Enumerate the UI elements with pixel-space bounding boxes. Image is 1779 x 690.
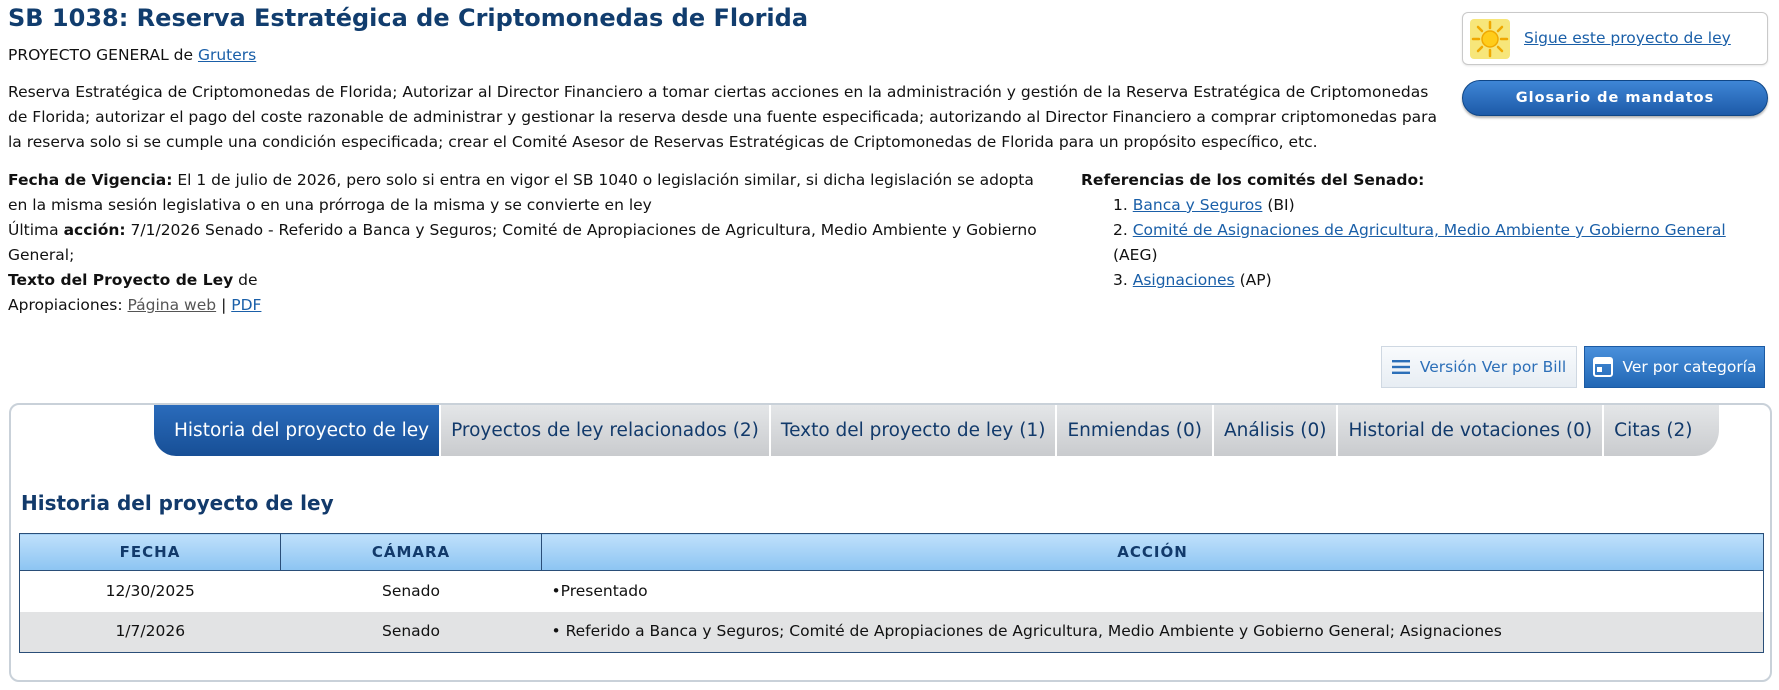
glossary-button[interactable]: Glosario de mandatos legislativos — [1462, 80, 1768, 140]
tab-citations[interactable]: Citas (2) — [1604, 405, 1721, 456]
sponsor-prefix: PROYECTO GENERAL de — [8, 46, 194, 64]
calendar-icon — [1592, 357, 1613, 377]
version-view-bill-label: Versión Ver por Bill — [1419, 357, 1567, 376]
effective-info: Fecha de Vigencia: El 1 de julio de 2026… — [8, 168, 1058, 318]
bill-sponsor: PROYECTO GENERAL de Gruters — [8, 43, 256, 68]
tab-bill-text[interactable]: Texto del proyecto de ley (1) — [770, 405, 1058, 456]
version-view-bill-button[interactable]: Versión Ver por Bill — [1381, 346, 1577, 388]
tab-bar: Historia del proyecto de ley Proyectos d… — [154, 405, 1721, 456]
committee-code: (AEG) — [1113, 246, 1158, 264]
sponsor-link[interactable]: Gruters — [198, 46, 256, 64]
pdf-link[interactable]: PDF — [231, 296, 261, 314]
last-action-prefix: Última — [8, 221, 64, 239]
tab-bill-history[interactable]: Historia del proyecto de ley — [154, 405, 442, 456]
tab-related-bills[interactable]: Proyectos de ley relacionados (2) — [441, 405, 771, 456]
committee-link[interactable]: Banca y Seguros — [1133, 196, 1263, 214]
column-header-chamber: CÁMARA — [280, 533, 542, 571]
bill-tabs-panel: Historia del proyecto de ley Proyectos d… — [9, 403, 1772, 682]
tab-vote-history[interactable]: Historial de votaciones (0) — [1338, 405, 1605, 456]
committee-code: (AP) — [1239, 271, 1272, 289]
row-action: •Presentado — [551, 581, 648, 600]
history-section-title: Historia del proyecto de ley — [21, 491, 334, 515]
committee-number: 2. — [1113, 221, 1128, 239]
row-action: • Referido a Banca y Seguros; Comité de … — [541, 611, 1764, 653]
committee-number: 1. — [1113, 196, 1128, 214]
table-row: 1/7/2026 Senado • Referido a Banca y Seg… — [19, 611, 1764, 653]
committee-item: 1. Banca y Seguros (BI) — [1081, 193, 1771, 218]
committee-number: 3. — [1113, 271, 1128, 289]
link-separator: | — [221, 296, 227, 314]
row-date: 1/7/2026 — [19, 611, 281, 653]
view-by-category-button[interactable]: Ver por categoría — [1584, 346, 1765, 388]
committee-code: (BI) — [1267, 196, 1295, 214]
page-title: SB 1038: Reserva Estratégica de Criptomo… — [8, 4, 809, 32]
web-page-link[interactable]: Página web — [128, 296, 217, 314]
committee-item: 2. Comité de Asignaciones de Agricultura… — [1081, 218, 1771, 268]
committee-references: Referencias de los comités del Senado: 1… — [1081, 168, 1771, 293]
committee-link[interactable]: Asignaciones — [1133, 271, 1235, 289]
follow-bill-link[interactable]: Sigue este proyecto de ley — [1524, 26, 1731, 51]
tab-amendments[interactable]: Enmiendas (0) — [1057, 405, 1214, 456]
follow-bill-box: Sigue este proyecto de ley — [1462, 12, 1768, 65]
sun-icon[interactable] — [1470, 19, 1510, 59]
bill-text-label: Texto del Proyecto de Ley — [8, 271, 234, 289]
bill-text-suffix: de — [233, 271, 258, 289]
table-header-row: FECHA CÁMARA ACCIÓN — [19, 533, 1764, 571]
bill-summary: Reserva Estratégica de Criptomonedas de … — [8, 83, 1438, 151]
list-icon — [1391, 360, 1410, 374]
row-chamber: Senado — [280, 611, 542, 653]
committee-link[interactable]: Comité de Asignaciones de Agricultura, M… — [1133, 221, 1726, 239]
committee-item: 3. Asignaciones (AP) — [1081, 268, 1771, 293]
last-action-text: 7/1/2026 Senado - Referido a Banca y Seg… — [8, 221, 1037, 264]
history-table: FECHA CÁMARA ACCIÓN 12/30/2025 Senado •P… — [19, 533, 1764, 653]
effective-date-label: Fecha de Vigencia: — [8, 171, 173, 189]
table-row: 12/30/2025 Senado •Presentado — [20, 571, 1764, 612]
appropriations-label: Apropiaciones: — [8, 296, 123, 314]
row-date: 12/30/2025 — [105, 581, 195, 600]
row-chamber: Senado — [381, 581, 441, 600]
column-header-action: ACCIÓN — [541, 533, 1764, 571]
tab-analysis[interactable]: Análisis (0) — [1213, 405, 1339, 456]
column-header-date: FECHA — [19, 533, 281, 571]
committee-list: 1. Banca y Seguros (BI) 2. Comité de Asi… — [1081, 193, 1771, 293]
last-action-label: acción: — [63, 221, 126, 239]
committees-heading: Referencias de los comités del Senado: — [1081, 171, 1425, 189]
view-by-category-label: Ver por categoría — [1622, 357, 1757, 376]
